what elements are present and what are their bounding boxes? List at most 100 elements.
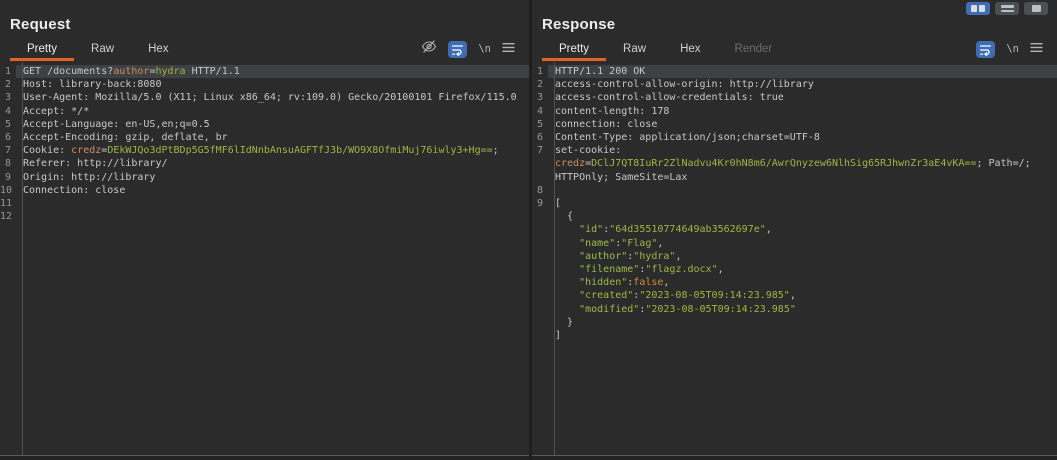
line-number: 6 (536, 132, 543, 144)
request-panel: Request Pretty Raw Hex \n 1 GET /documen… (0, 0, 529, 460)
line-content[interactable]: [ { "id":"64d35510774649ab3562697e", "na… (548, 197, 1057, 342)
editor-menu-icon[interactable] (502, 40, 515, 58)
editor-menu-icon[interactable] (1030, 40, 1043, 58)
code-segment: "id" (579, 224, 604, 236)
line-content[interactable]: Content-Type: application/json;charset=U… (548, 131, 1057, 144)
tab-hex[interactable]: Hex (663, 37, 717, 61)
layout-single-pane-button[interactable] (1024, 2, 1048, 15)
request-tab-row: Pretty Raw Hex \n (10, 37, 529, 61)
code-segment: Connection: close (23, 184, 126, 196)
line-content[interactable]: HTTP/1.1 200 OK (548, 65, 1057, 79)
tab-raw[interactable]: Raw (74, 37, 131, 61)
code-segment: } ] (555, 316, 574, 342)
code-segment: "hydra" (633, 250, 676, 262)
columns-glyph (979, 5, 985, 12)
code-segment: false (633, 277, 664, 289)
code-segment: author (113, 66, 150, 77)
tab-raw[interactable]: Raw (606, 37, 663, 61)
line-content[interactable]: Host: library-back:8080 (16, 78, 529, 91)
code-segment: HTTP/1.1 (185, 66, 240, 77)
code-segment: DEkWJQo3dPtBDp5G5fMF6lIdNnbAnsuAGFTfJ3b/… (107, 145, 493, 157)
line-content[interactable]: Connection: close (16, 184, 529, 197)
line-number: 6 (4, 132, 11, 144)
code-segment: "created" (579, 290, 634, 302)
line-content[interactable] (16, 197, 529, 210)
line-content[interactable]: Accept: */* (16, 105, 529, 118)
code-line[interactable]: 4 content-length: 178 (532, 105, 1057, 118)
line-number: 1 (4, 66, 11, 77)
response-editor[interactable]: 1 HTTP/1.1 200 OK 2 access-control-allow-or… (532, 62, 1057, 456)
code-line[interactable]: 3 access-control-allow-credentials: true (532, 91, 1057, 104)
response-title: Response (542, 16, 616, 33)
line-content[interactable]: User-Agent: Mozilla/5.0 (X11; Linux x86_… (16, 91, 529, 104)
line-content[interactable]: set-cookie: credz=DClJ7QT8IuRr2ZlNadvu4K… (548, 144, 1057, 184)
tab-pretty[interactable]: Pretty (10, 37, 75, 61)
soft-wrap-toggle-button[interactable] (448, 40, 468, 58)
code-segment: content-length: 178 (555, 105, 670, 117)
request-editor[interactable]: 1 GET /documents?author=hydra HTTP/1.1 2 Ho… (0, 62, 529, 456)
code-segment: "64d35510774649ab3562697e" (609, 224, 766, 236)
line-content[interactable]: GET /documents?author=hydra HTTP/1.1 (16, 65, 529, 79)
code-line[interactable]: 3 User-Agent: Mozilla/5.0 (X11; Linux x86… (0, 91, 529, 104)
line-content[interactable] (548, 184, 1057, 197)
line-content[interactable]: Cookie: credz=DEkWJQo3dPtBDp5G5fMF6lIdNn… (16, 144, 529, 157)
request-title: Request (10, 16, 71, 33)
code-segment: Origin: http://library (23, 171, 156, 183)
layout-split-columns-button[interactable] (966, 2, 990, 15)
response-footer (532, 456, 1057, 460)
hide-matches-eye-off-icon[interactable] (421, 39, 437, 59)
code-line[interactable]: 4 Accept: */* (0, 105, 529, 118)
code-line[interactable]: 2 access-control-allow-origin: http://lib… (532, 78, 1057, 91)
code-line[interactable]: 8 (532, 184, 1057, 197)
line-content[interactable]: Accept-Language: en-US,en;q=0.5 (16, 118, 529, 131)
code-segment: "2023-08-05T09:14:23.985" (639, 290, 790, 302)
code-line[interactable]: 1 GET /documents?author=hydra HTTP/1.1 (0, 65, 529, 79)
code-line[interactable]: 9 [ { "id":"64d35510774649ab3562697e", "n… (532, 197, 1057, 342)
tab-hex[interactable]: Hex (131, 37, 185, 61)
code-segment: DClJ7QT8IuRr2ZlNadvu4Kr0hN8m6/AwrQnyzew6… (591, 158, 977, 170)
code-segment: Content-Type: application/json;charset=U… (555, 132, 820, 144)
code-line[interactable]: 5 connection: close (532, 118, 1057, 131)
soft-wrap-toggle-button[interactable] (976, 40, 996, 58)
code-line[interactable]: 10 Connection: close (0, 184, 529, 197)
code-segment: Accept: */* (23, 105, 90, 117)
code-line[interactable]: 2 Host: library-back:8080 (0, 78, 529, 91)
line-content[interactable]: access-control-allow-origin: http://libr… (548, 78, 1057, 91)
code-line[interactable]: 6 Content-Type: application/json;charset=… (532, 131, 1057, 144)
code-segment: access-control-allow-origin: http://libr… (555, 79, 814, 91)
line-content[interactable]: Referer: http://library/ (16, 157, 529, 170)
line-content[interactable]: Accept-Encoding: gzip, deflate, br (16, 131, 529, 144)
request-toolbar: \n (421, 37, 529, 61)
line-content[interactable]: access-control-allow-credentials: true (548, 91, 1057, 104)
code-segment: Referer: http://library/ (23, 158, 168, 170)
code-line[interactable]: 11 (0, 197, 529, 210)
tab-pretty[interactable]: Pretty (542, 37, 607, 61)
code-segment: Accept-Encoding: gzip, deflate, br (23, 132, 228, 144)
response-panel: Response Pretty Raw Hex Render \n 1 HTTP… (532, 0, 1057, 460)
code-line[interactable]: 9 Origin: http://library (0, 171, 529, 184)
show-newlines-icon[interactable]: \n (478, 43, 491, 55)
line-number: 5 (4, 118, 11, 130)
code-line[interactable]: 6 Accept-Encoding: gzip, deflate, br (0, 131, 529, 144)
code-line[interactable]: 12 (0, 210, 529, 223)
code-line[interactable]: 5 Accept-Language: en-US,en;q=0.5 (0, 118, 529, 131)
line-number: 3 (4, 92, 11, 104)
line-number: 11 (0, 198, 13, 210)
gutter-separator (554, 62, 555, 455)
line-number: 8 (536, 184, 543, 196)
line-content[interactable]: Origin: http://library (16, 171, 529, 184)
code-segment: hydra (155, 66, 186, 77)
code-segment: "2023-08-05T09:14:23.985" (645, 303, 796, 315)
line-number: 9 (536, 198, 543, 210)
code-line[interactable]: 7 set-cookie: credz=DClJ7QT8IuRr2ZlNadvu4… (532, 144, 1057, 184)
line-content[interactable]: connection: close (548, 118, 1057, 131)
show-newlines-icon[interactable]: \n (1006, 43, 1019, 55)
line-number: 10 (0, 184, 13, 196)
line-content[interactable] (16, 210, 529, 223)
code-line[interactable]: 8 Referer: http://library/ (0, 157, 529, 170)
response-toolbar: \n (976, 37, 1057, 61)
code-line[interactable]: 7 Cookie: credz=DEkWJQo3dPtBDp5G5fMF6lIdN… (0, 144, 529, 157)
code-line[interactable]: 1 HTTP/1.1 200 OK (532, 65, 1057, 79)
line-content[interactable]: content-length: 178 (548, 105, 1057, 118)
layout-split-rows-button[interactable] (995, 2, 1019, 15)
